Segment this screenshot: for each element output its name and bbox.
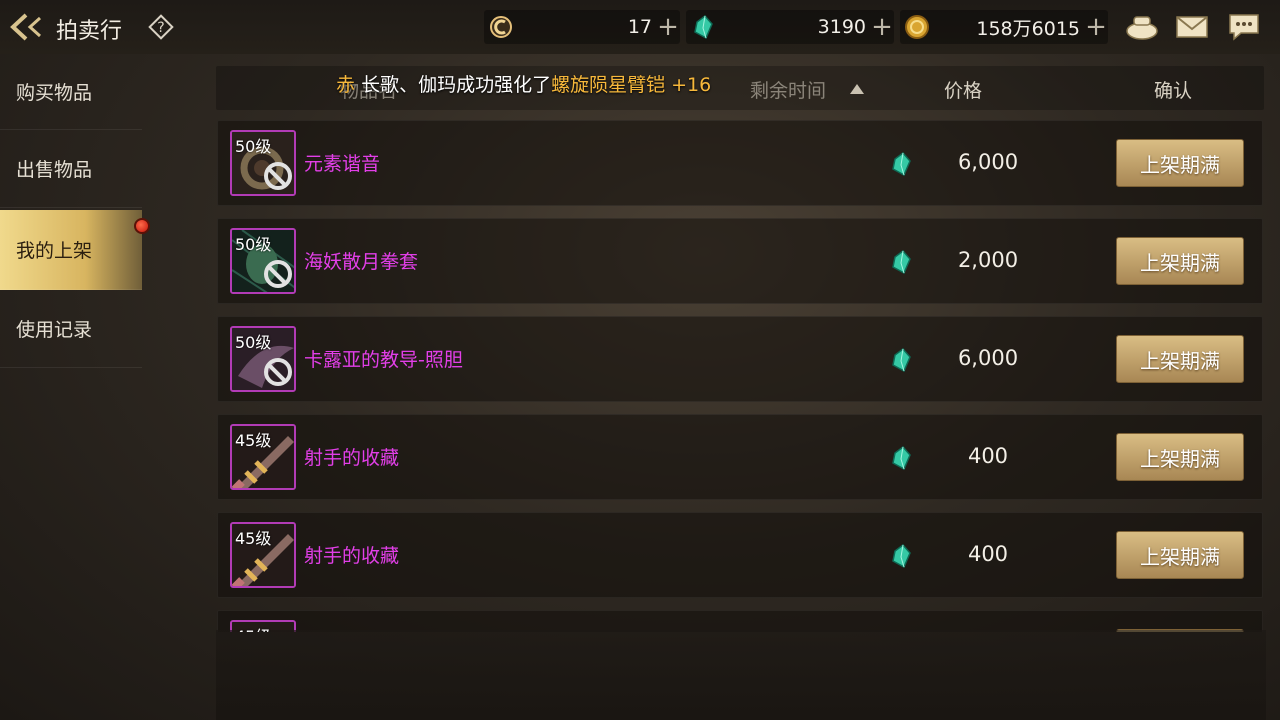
page-title: 拍卖行 bbox=[56, 19, 123, 44]
gold-display: 158万6015 + bbox=[900, 10, 1108, 44]
bag-button[interactable] bbox=[1124, 10, 1160, 44]
broadcast-prefix: 赤 bbox=[336, 74, 356, 96]
listing-expired-button[interactable]: 上架期满 bbox=[1116, 433, 1244, 481]
untradeable-icon bbox=[264, 358, 292, 386]
listing-row[interactable]: 45级 bbox=[217, 610, 1263, 632]
mail-icon bbox=[1176, 16, 1208, 38]
item-icon[interactable]: 50级 bbox=[230, 326, 296, 392]
listing-row[interactable]: 45级射手的收藏 400 上架期满 bbox=[217, 414, 1263, 500]
listing-expired-button[interactable]: 上架期满 bbox=[1116, 531, 1244, 579]
notification-dot bbox=[134, 218, 150, 234]
listing-row[interactable]: 45级射手的收藏 400 上架期满 bbox=[217, 512, 1263, 598]
listing-row[interactable]: 50级卡露亚的教导-照胆 6,000 上架期满 bbox=[217, 316, 1263, 402]
item-name: 卡露亚的教导-照胆 bbox=[304, 349, 463, 371]
gold-value: 158万6015 bbox=[976, 17, 1080, 40]
item-name: 射手的收藏 bbox=[304, 545, 400, 567]
crystal-icon bbox=[892, 446, 911, 470]
help-button[interactable]: ? bbox=[146, 12, 176, 42]
item-level: 45级 bbox=[235, 431, 272, 450]
crystal-icon bbox=[892, 544, 911, 568]
sidebar: 购买物品 出售物品 我的上架 使用记录 bbox=[0, 54, 150, 368]
add-moon-coin-button[interactable]: + bbox=[656, 12, 680, 42]
item-price: 6,000 bbox=[957, 150, 1019, 174]
item-icon[interactable]: 45级 bbox=[230, 424, 296, 490]
item-icon[interactable]: 45级 bbox=[230, 522, 296, 588]
item-name: 元素谐音 bbox=[304, 153, 381, 175]
column-header-price[interactable]: 价格 bbox=[944, 76, 982, 103]
crystal-icon bbox=[892, 152, 911, 176]
item-level: 45级 bbox=[235, 623, 271, 632]
moon-coin-icon bbox=[486, 12, 516, 42]
crystal-value: 3190 bbox=[817, 16, 866, 38]
top-bar: 拍卖行 ? 17 + 3190 + 158万6015 + bbox=[0, 0, 1280, 54]
untradeable-icon bbox=[264, 162, 292, 190]
broadcast-item: 螺旋陨星臂铠 +16 bbox=[551, 74, 712, 96]
svg-text:?: ? bbox=[157, 20, 164, 36]
item-price: 2,000 bbox=[957, 248, 1019, 272]
crystal-icon bbox=[892, 348, 911, 372]
item-price: 400 bbox=[967, 444, 1009, 468]
list-fade bbox=[216, 630, 1266, 720]
item-level: 50级 bbox=[235, 137, 272, 156]
mail-button[interactable] bbox=[1174, 10, 1210, 44]
chat-icon bbox=[1229, 14, 1259, 41]
broadcast-message: 长歌、伽玛成功强化了 bbox=[361, 74, 552, 96]
add-crystal-button[interactable]: + bbox=[870, 12, 894, 42]
listing-expired-button[interactable]: 上架期满 bbox=[1116, 237, 1244, 285]
sort-asc-icon[interactable] bbox=[850, 84, 864, 94]
moon-coin-value: 17 bbox=[627, 16, 652, 38]
sidebar-item-sell[interactable]: 出售物品 bbox=[0, 130, 142, 208]
listing-expired-button[interactable]: 上架期满 bbox=[1116, 139, 1244, 187]
item-level: 45级 bbox=[235, 529, 272, 548]
item-name: 射手的收藏 bbox=[304, 447, 400, 469]
listing-list[interactable]: 50级 元素谐音 6,000 上架期满 50级 海妖散月拳套 2,000 上架期满 50级 卡露亚… bbox=[217, 120, 1263, 632]
gold-coin-icon bbox=[902, 12, 932, 42]
back-arrow-icon bbox=[10, 13, 42, 41]
sidebar-item-label: 出售物品 bbox=[16, 159, 93, 181]
item-price: 400 bbox=[967, 542, 1009, 566]
item-name: 海妖散月拳套 bbox=[304, 251, 419, 273]
listing-expired-button[interactable]: 上架期满 bbox=[1116, 335, 1244, 383]
column-header-confirm: 确认 bbox=[1154, 80, 1193, 102]
add-gold-button[interactable]: + bbox=[1084, 12, 1108, 42]
column-header-time[interactable]: 剩余时间 bbox=[750, 76, 826, 103]
item-icon[interactable]: 50级 bbox=[230, 228, 296, 294]
sidebar-item-label: 我的上架 bbox=[16, 240, 93, 262]
system-broadcast: 赤 长歌、伽玛成功强化了螺旋陨星臂铠 +16 bbox=[336, 70, 711, 97]
untradeable-icon bbox=[264, 260, 292, 288]
item-price: 6,000 bbox=[957, 346, 1019, 370]
sidebar-item-history[interactable]: 使用记录 bbox=[0, 290, 142, 368]
back-button[interactable] bbox=[8, 8, 46, 46]
chat-button[interactable] bbox=[1226, 10, 1262, 44]
crystal-icon bbox=[892, 250, 911, 274]
listing-row[interactable]: 50级元素谐音 6,000 上架期满 bbox=[217, 120, 1263, 206]
sidebar-item-label: 购买物品 bbox=[16, 82, 93, 104]
sidebar-item-label: 使用记录 bbox=[16, 319, 93, 341]
item-level: 50级 bbox=[235, 333, 272, 352]
sidebar-item-my-listings[interactable]: 我的上架 bbox=[0, 210, 150, 290]
crystal-icon bbox=[688, 12, 718, 42]
moon-coin-display: 17 + bbox=[484, 10, 680, 44]
bag-icon bbox=[1126, 16, 1158, 40]
help-icon: ? bbox=[148, 14, 174, 40]
sidebar-item-buy[interactable]: 购买物品 bbox=[0, 54, 142, 130]
item-icon[interactable]: 50级 bbox=[230, 130, 296, 196]
crystal-display: 3190 + bbox=[686, 10, 894, 44]
listing-row[interactable]: 50级海妖散月拳套 2,000 上架期满 bbox=[217, 218, 1263, 304]
item-level: 50级 bbox=[235, 235, 272, 254]
